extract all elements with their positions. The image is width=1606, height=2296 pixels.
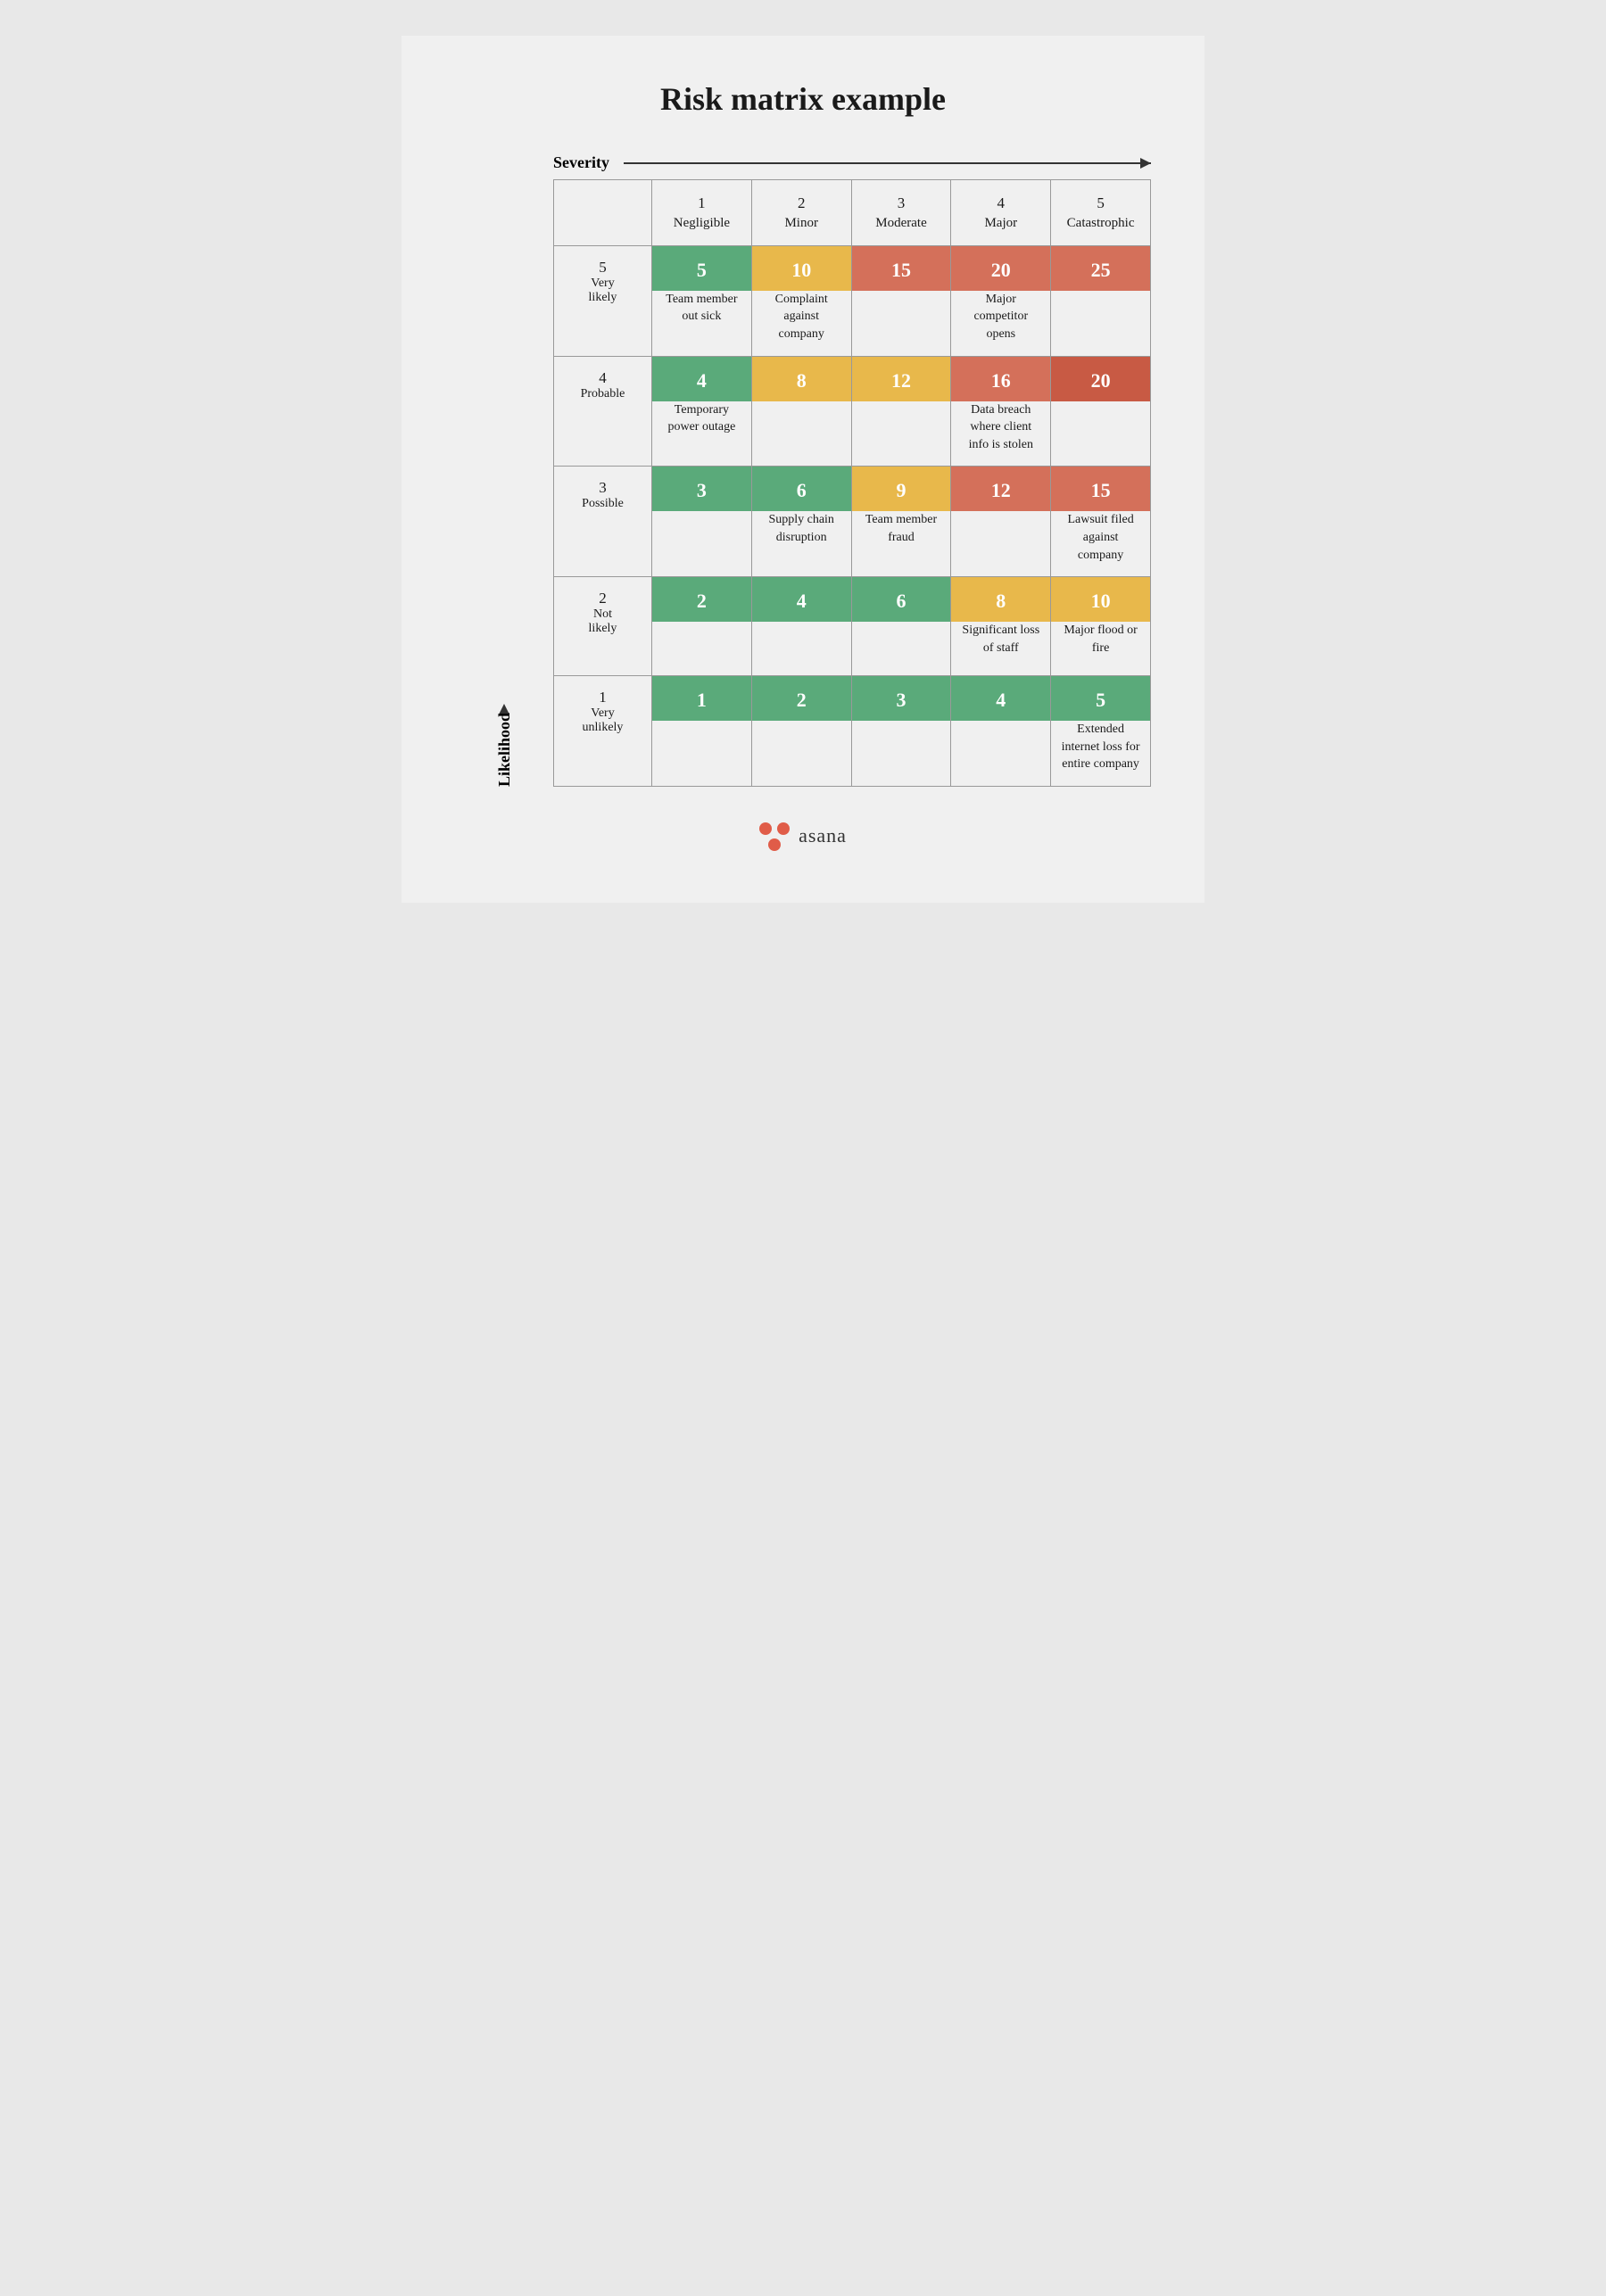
dot-left [759,822,772,835]
cell-score-r1-c4: 20 [1051,357,1150,401]
row-header-3: 2Not likely [554,577,652,676]
cell-score-r1-c0: 4 [652,357,751,401]
cell-r3-c2: 6 [852,577,952,676]
cell-score-r2-c0: 3 [652,467,751,511]
page-title: Risk matrix example [455,80,1151,118]
cell-r1-c2: 12 [852,357,952,467]
brand-name: asana [799,824,847,847]
cell-r0-c1: 10Complaint against company [752,246,852,357]
cell-text-r0-c1: Complaint against company [752,291,851,356]
cell-text-r2-c4: Lawsuit filed against company [1051,511,1150,576]
asana-logo: asana [759,822,847,849]
likelihood-wrapper: Likelihood [495,704,514,787]
cell-text-r0-c0: Team member out sick [652,291,751,338]
likelihood-label: Likelihood [495,713,514,787]
cell-score-r4-c1: 2 [752,676,851,721]
cell-r4-c2: 3 [852,676,952,787]
cell-score-r4-c0: 1 [652,676,751,721]
row-header-2: 3Possible [554,467,652,577]
cell-score-r0-c0: 5 [652,246,751,291]
cell-r2-c3: 12 [951,467,1051,577]
cell-r1-c1: 8 [752,357,852,467]
cell-score-r0-c1: 10 [752,246,851,291]
row-header-1: 4Probable [554,357,652,467]
cell-text-r2-c1: Supply chain disruption [752,511,851,558]
cell-r0-c4: 25 [1051,246,1151,357]
cell-score-r0-c3: 20 [951,246,1050,291]
page: Risk matrix example Severity Likelihood … [402,36,1204,903]
matrix-row-1: 4Probable4Temporary power outage81216Dat… [553,357,1151,467]
cell-r4-c0: 1 [652,676,752,787]
cell-r3-c3: 8Significant loss of staff [951,577,1051,676]
cell-r0-c3: 20Major competitor opens [951,246,1051,357]
cell-r3-c1: 4 [752,577,852,676]
cell-r1-c4: 20 [1051,357,1151,467]
matrix-rows: 5Very likely5Team member out sick10Compl… [553,246,1151,787]
cell-text-r3-c4: Major flood or fire [1051,622,1150,669]
severity-header: Severity [553,153,1151,172]
severity-label: Severity [553,153,609,172]
matrix-row-0: 5Very likely5Team member out sick10Compl… [553,246,1151,357]
cell-text-r4-c4: Extended internet loss for entire compan… [1051,721,1150,786]
cell-score-r1-c1: 8 [752,357,851,401]
row-header-4: 1Very unlikely [554,676,652,787]
footer: asana [455,822,1151,849]
cell-r4-c3: 4 [951,676,1051,787]
column-headers: 1Negligible2Minor3Moderate4Major5Catastr… [553,179,1151,246]
dot-right [777,822,790,835]
matrix-row-4: 1Very unlikely12345Extended internet los… [553,676,1151,787]
cell-score-r4-c2: 3 [852,676,951,721]
cell-r2-c4: 15Lawsuit filed against company [1051,467,1151,577]
col-header-5: 5Catastrophic [1051,180,1151,246]
cell-score-r2-c3: 12 [951,467,1050,511]
cell-r2-c2: 9Team member fraud [852,467,952,577]
header-empty-cell [554,180,652,246]
matrix-row-2: 3Possible36Supply chain disruption9Team … [553,467,1151,577]
matrix-container: 1Negligible2Minor3Moderate4Major5Catastr… [553,179,1151,787]
cell-score-r0-c4: 25 [1051,246,1150,291]
cell-text-r1-c0: Temporary power outage [652,401,751,449]
cell-r4-c1: 2 [752,676,852,787]
cell-score-r0-c2: 15 [852,246,951,291]
asana-icon [759,822,790,849]
cell-r2-c0: 3 [652,467,752,577]
cell-r3-c0: 2 [652,577,752,676]
matrix-row-3: 2Not likely2468Significant loss of staff… [553,577,1151,676]
cell-score-r1-c3: 16 [951,357,1050,401]
cell-text-r0-c3: Major competitor opens [951,291,1050,356]
cell-r3-c4: 10Major flood or fire [1051,577,1151,676]
cell-score-r3-c2: 6 [852,577,951,622]
likelihood-column: Likelihood [455,179,553,787]
cell-r2-c1: 6Supply chain disruption [752,467,852,577]
cell-score-r2-c1: 6 [752,467,851,511]
cell-r4-c4: 5Extended internet loss for entire compa… [1051,676,1151,787]
col-header-3: 3Moderate [852,180,952,246]
cell-score-r1-c2: 12 [852,357,951,401]
cell-score-r3-c0: 2 [652,577,751,622]
col-header-2: 2Minor [752,180,852,246]
cell-score-r2-c2: 9 [852,467,951,511]
cell-text-r2-c2: Team member fraud [852,511,951,558]
cell-score-r4-c3: 4 [951,676,1050,721]
col-header-4: 4Major [951,180,1051,246]
cell-text-r1-c3: Data breach where client info is stolen [951,401,1050,467]
main-content: Likelihood 1Negligible2Minor3Moderate4Ma… [455,179,1151,787]
cell-score-r2-c4: 15 [1051,467,1150,511]
severity-arrow [624,162,1151,164]
chart-area: Severity Likelihood 1Negligible2Minor3Mo… [455,153,1151,787]
cell-score-r3-c1: 4 [752,577,851,622]
cell-score-r3-c3: 8 [951,577,1050,622]
cell-r1-c0: 4Temporary power outage [652,357,752,467]
cell-r0-c0: 5Team member out sick [652,246,752,357]
cell-score-r4-c4: 5 [1051,676,1150,721]
cell-r0-c2: 15 [852,246,952,357]
dot-bottom [768,838,781,851]
cell-r1-c3: 16Data breach where client info is stole… [951,357,1051,467]
cell-text-r3-c3: Significant loss of staff [951,622,1050,669]
cell-score-r3-c4: 10 [1051,577,1150,622]
col-header-1: 1Negligible [652,180,752,246]
row-header-0: 5Very likely [554,246,652,357]
